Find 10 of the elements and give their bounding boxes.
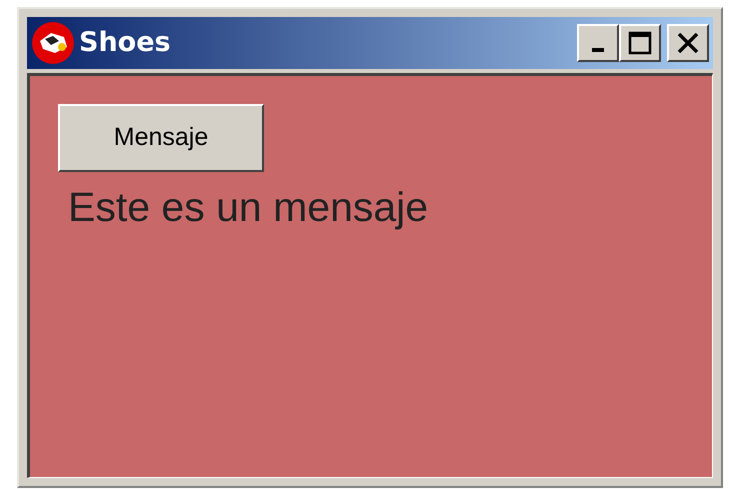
maximize-button[interactable] bbox=[619, 24, 661, 62]
maximize-icon bbox=[628, 31, 652, 55]
close-icon bbox=[677, 33, 699, 53]
message-text: Este es un mensaje bbox=[68, 183, 428, 232]
minimize-icon bbox=[592, 48, 604, 52]
minimize-button[interactable] bbox=[577, 24, 619, 62]
message-button[interactable]: Mensaje bbox=[58, 104, 264, 172]
app-icon bbox=[31, 21, 75, 65]
window-title: Shoes bbox=[79, 26, 171, 60]
close-button[interactable] bbox=[667, 24, 709, 62]
